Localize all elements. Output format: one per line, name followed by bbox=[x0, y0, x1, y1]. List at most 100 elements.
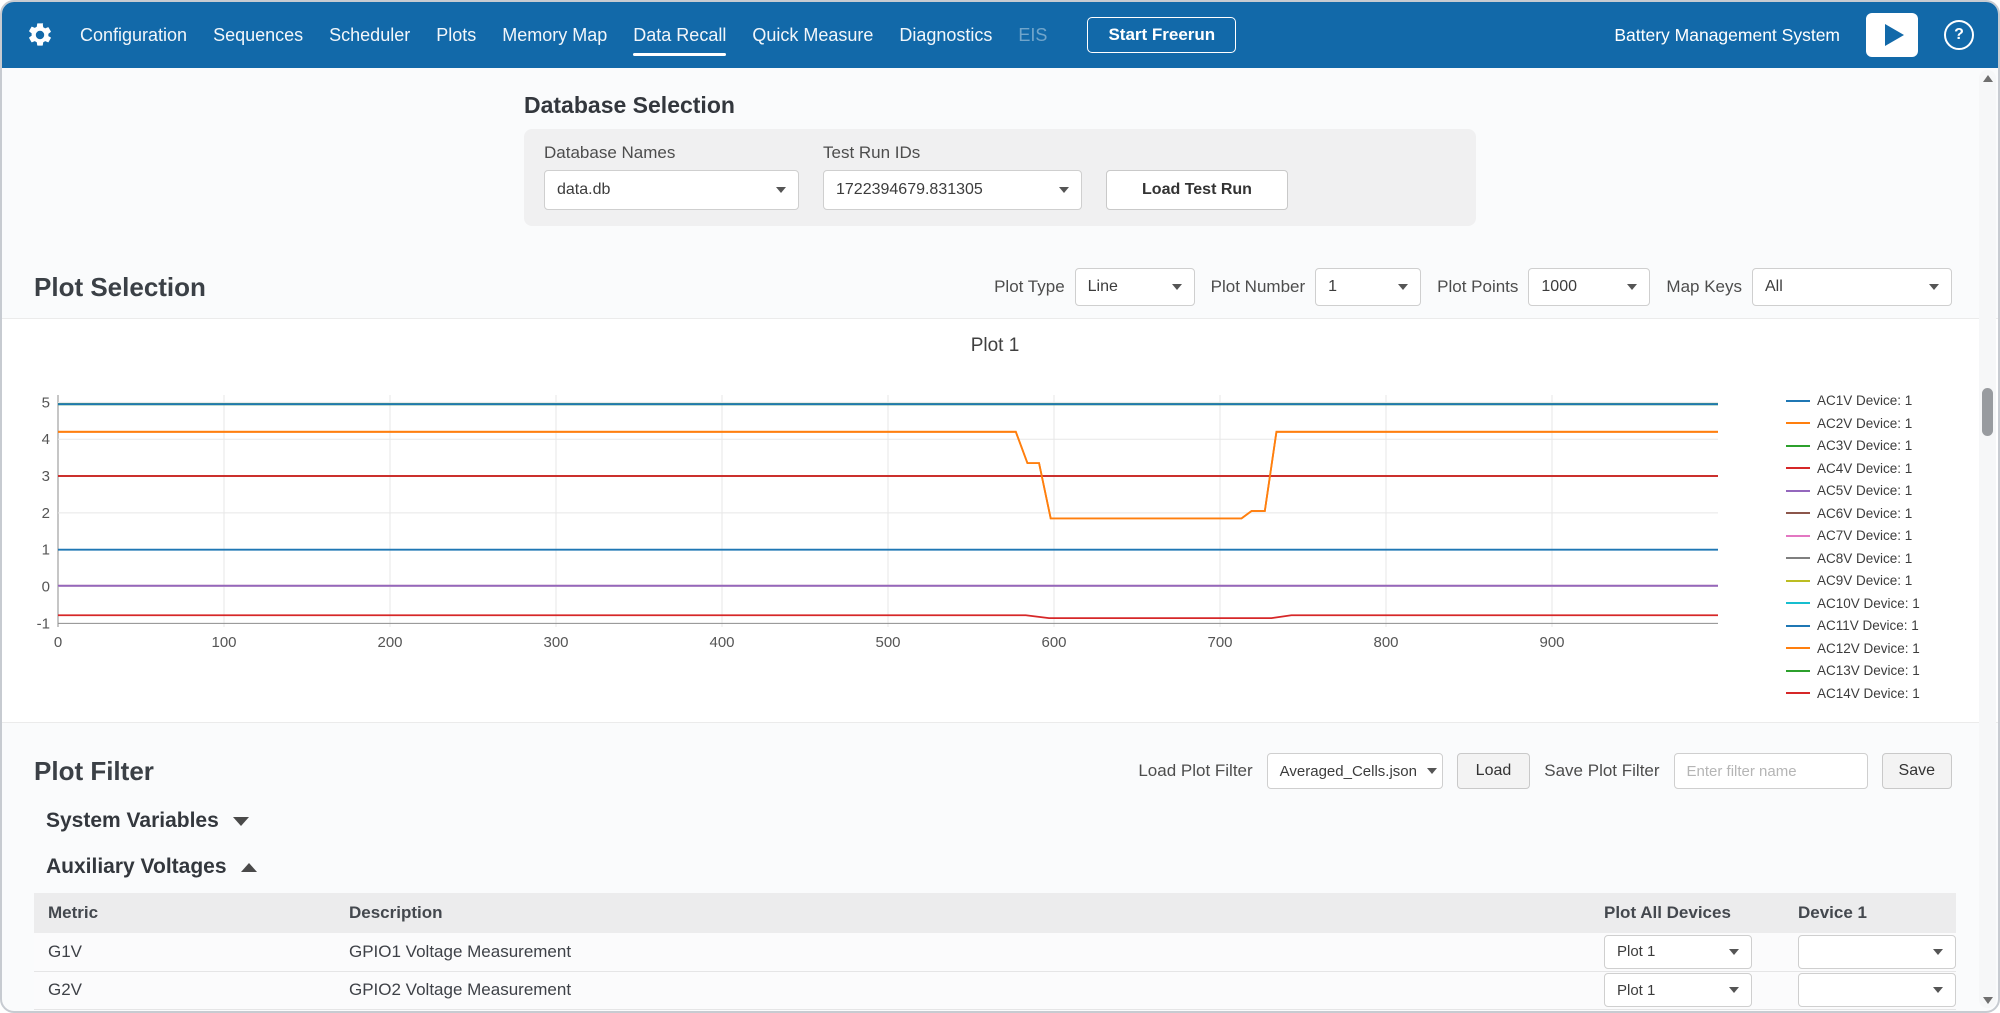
load-test-run-button[interactable]: Load Test Run bbox=[1106, 170, 1288, 210]
nav-item-plots[interactable]: Plots bbox=[436, 19, 476, 52]
plot-all-devices-select[interactable]: Plot 1 bbox=[1604, 973, 1752, 1007]
metric-cell: G2V bbox=[34, 971, 335, 1009]
legend-item[interactable]: AC10V Device: 1 bbox=[1786, 596, 1974, 611]
svg-text:2: 2 bbox=[42, 505, 50, 522]
scroll-down-arrow-icon[interactable] bbox=[1979, 992, 1996, 1008]
table-row: G3V GPIO3 Voltage Measurement Plot 1 bbox=[34, 1009, 1956, 1011]
legend-label: AC13V Device: 1 bbox=[1817, 663, 1920, 678]
plot-points-select[interactable]: 1000 bbox=[1528, 268, 1650, 306]
nav-item-quick-measure[interactable]: Quick Measure bbox=[752, 19, 873, 52]
nav-item-data-recall[interactable]: Data Recall bbox=[633, 19, 726, 52]
legend-label: AC8V Device: 1 bbox=[1817, 551, 1912, 566]
section-auxiliary-voltages[interactable]: Auxiliary Voltages bbox=[46, 855, 1952, 879]
legend-label: AC10V Device: 1 bbox=[1817, 596, 1920, 611]
plot-filter-file-select[interactable]: Averaged_Cells.json bbox=[1267, 753, 1443, 789]
legend-item[interactable]: AC3V Device: 1 bbox=[1786, 438, 1974, 453]
filter-name-input[interactable] bbox=[1674, 753, 1868, 789]
chart-area[interactable]: 0100200300400500600700800900-1012345 bbox=[16, 387, 1786, 708]
legend-item[interactable]: AC8V Device: 1 bbox=[1786, 551, 1974, 566]
nav-item-configuration[interactable]: Configuration bbox=[80, 19, 187, 52]
legend-item[interactable]: AC13V Device: 1 bbox=[1786, 663, 1974, 678]
chart-svg[interactable]: 0100200300400500600700800900-1012345 bbox=[16, 387, 1756, 655]
svg-text:700: 700 bbox=[1207, 634, 1232, 651]
database-selection-section: Database Selection Database Names data.d… bbox=[524, 92, 1476, 226]
load-filter-button[interactable]: Load bbox=[1457, 753, 1531, 789]
save-plot-filter-label: Save Plot Filter bbox=[1544, 761, 1659, 781]
svg-text:0: 0 bbox=[42, 578, 50, 595]
database-names-value: data.db bbox=[557, 181, 610, 199]
legend-swatch-icon bbox=[1786, 580, 1810, 582]
test-run-ids-select[interactable]: 1722394679.831305 bbox=[823, 170, 1082, 210]
svg-text:500: 500 bbox=[875, 634, 900, 651]
chevron-down-icon bbox=[1059, 187, 1069, 193]
scrollbar-thumb[interactable] bbox=[1982, 388, 1993, 436]
save-filter-button[interactable]: Save bbox=[1882, 753, 1952, 789]
svg-text:400: 400 bbox=[709, 634, 734, 651]
table-header-row: Metric Description Plot All Devices Devi… bbox=[34, 893, 1956, 933]
chevron-down-icon bbox=[1627, 284, 1637, 290]
plot-selection-section: Plot Selection Plot Type Line Plot Numbe… bbox=[2, 268, 1998, 306]
table-row: G1V GPIO1 Voltage Measurement Plot 1 bbox=[34, 933, 1956, 971]
chevron-down-icon bbox=[1729, 949, 1739, 955]
metric-cell: G3V bbox=[34, 1009, 335, 1011]
legend-item[interactable]: AC4V Device: 1 bbox=[1786, 461, 1974, 476]
plot-all-devices-select[interactable]: Plot 1 bbox=[1604, 935, 1752, 969]
vertical-scrollbar[interactable] bbox=[1979, 70, 1996, 1008]
legend-label: AC3V Device: 1 bbox=[1817, 438, 1912, 453]
nav-item-memory-map[interactable]: Memory Map bbox=[502, 19, 607, 52]
triangle-up-icon bbox=[241, 863, 257, 872]
navbar: Configuration Sequences Scheduler Plots … bbox=[2, 2, 1998, 68]
metric-cell: G1V bbox=[34, 933, 335, 971]
map-keys-select[interactable]: All bbox=[1752, 268, 1952, 306]
play-icon bbox=[1885, 24, 1904, 46]
nav-item-scheduler[interactable]: Scheduler bbox=[329, 19, 410, 52]
table-row: G2V GPIO2 Voltage Measurement Plot 1 bbox=[34, 971, 1956, 1009]
nav-item-eis[interactable]: EIS bbox=[1018, 19, 1047, 52]
svg-text:300: 300 bbox=[543, 634, 568, 651]
legend-label: AC12V Device: 1 bbox=[1817, 641, 1920, 656]
chevron-down-icon bbox=[1172, 284, 1182, 290]
legend-item[interactable]: AC14V Device: 1 bbox=[1786, 686, 1974, 701]
plot-type-select[interactable]: Line bbox=[1075, 268, 1195, 306]
gear-icon[interactable] bbox=[26, 21, 54, 49]
app-window: Configuration Sequences Scheduler Plots … bbox=[0, 0, 2000, 1013]
svg-text:-1: -1 bbox=[37, 615, 50, 632]
chevron-down-icon bbox=[776, 187, 786, 193]
svg-text:5: 5 bbox=[42, 394, 50, 411]
legend-item[interactable]: AC12V Device: 1 bbox=[1786, 641, 1974, 656]
legend-label: AC6V Device: 1 bbox=[1817, 506, 1912, 521]
plot-filter-section: Plot Filter Load Plot Filter Averaged_Ce… bbox=[2, 753, 1998, 789]
legend-swatch-icon bbox=[1786, 512, 1810, 514]
legend-swatch-icon bbox=[1786, 557, 1810, 559]
legend-item[interactable]: AC2V Device: 1 bbox=[1786, 416, 1974, 431]
legend-label: AC2V Device: 1 bbox=[1817, 416, 1912, 431]
device-1-select[interactable] bbox=[1798, 935, 1956, 969]
help-icon[interactable]: ? bbox=[1944, 20, 1974, 50]
device-1-select[interactable] bbox=[1798, 973, 1956, 1007]
legend-item[interactable]: AC1V Device: 1 bbox=[1786, 393, 1974, 408]
scroll-up-arrow-icon[interactable] bbox=[1979, 70, 1996, 86]
legend-item[interactable]: AC11V Device: 1 bbox=[1786, 618, 1974, 633]
database-names-select[interactable]: data.db bbox=[544, 170, 799, 210]
section-system-variables[interactable]: System Variables bbox=[46, 809, 1952, 833]
plot-number-select[interactable]: 1 bbox=[1315, 268, 1421, 306]
description-cell: GPIO1 Voltage Measurement bbox=[335, 933, 1590, 971]
legend-item[interactable]: AC6V Device: 1 bbox=[1786, 506, 1974, 521]
legend-item[interactable]: AC5V Device: 1 bbox=[1786, 483, 1974, 498]
header-device-1: Device 1 bbox=[1784, 893, 1956, 933]
legend-item[interactable]: AC9V Device: 1 bbox=[1786, 573, 1974, 588]
nav-item-diagnostics[interactable]: Diagnostics bbox=[899, 19, 992, 52]
svg-text:100: 100 bbox=[211, 634, 236, 651]
database-selection-title: Database Selection bbox=[524, 92, 1476, 119]
play-button[interactable] bbox=[1866, 13, 1918, 57]
legend-item[interactable]: AC7V Device: 1 bbox=[1786, 528, 1974, 543]
header-metric: Metric bbox=[34, 893, 335, 933]
content-scroll-area: Database Selection Database Names data.d… bbox=[2, 68, 1998, 1011]
header-description: Description bbox=[335, 893, 1590, 933]
plot-points-label: Plot Points bbox=[1437, 277, 1518, 297]
start-freerun-button[interactable]: Start Freerun bbox=[1087, 17, 1236, 53]
legend-label: AC14V Device: 1 bbox=[1817, 686, 1920, 701]
description-cell: GPIO2 Voltage Measurement bbox=[335, 971, 1590, 1009]
database-selection-panel: Database Names data.db Test Run IDs 1722… bbox=[524, 129, 1476, 226]
nav-item-sequences[interactable]: Sequences bbox=[213, 19, 303, 52]
